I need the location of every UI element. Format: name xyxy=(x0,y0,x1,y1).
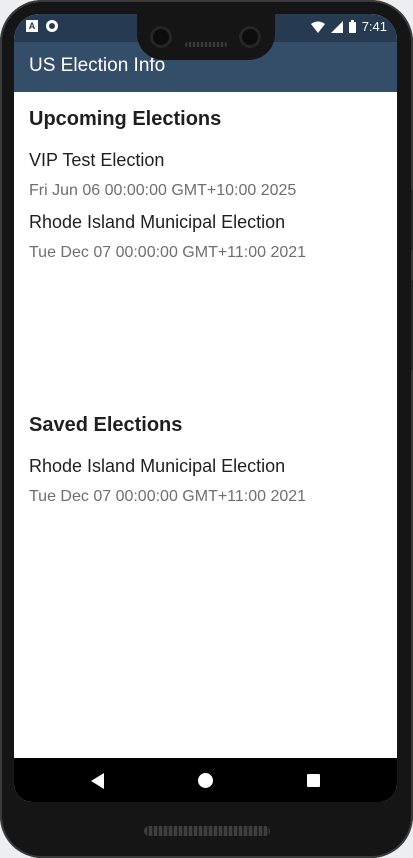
front-camera-icon xyxy=(239,26,261,48)
election-name[interactable]: Rhode Island Municipal Election xyxy=(29,456,285,477)
election-date: Tue Dec 07 00:00:00 GMT+11:00 2021 xyxy=(29,488,307,505)
recents-icon[interactable] xyxy=(283,758,343,802)
status-left-icons: A xyxy=(26,20,58,32)
earpiece-speaker xyxy=(185,42,227,47)
phone-frame: A 7:41 US Election Info Upcoming Electio… xyxy=(0,0,413,858)
camera-notch xyxy=(137,14,275,60)
front-camera-icon xyxy=(150,26,172,48)
navigation-bar xyxy=(14,758,397,802)
back-icon[interactable] xyxy=(67,758,127,802)
status-right-icons: 7:41 xyxy=(310,19,387,34)
home-icon[interactable] xyxy=(175,758,235,802)
status-time: 7:41 xyxy=(361,19,387,34)
screen: A 7:41 US Election Info Upcoming Electio… xyxy=(14,14,397,802)
election-date: Tue Dec 07 00:00:00 GMT+11:00 2021 xyxy=(29,244,307,261)
a-icon: A xyxy=(26,20,38,32)
signal-icon xyxy=(330,20,343,33)
upcoming-elections-header: Upcoming Elections xyxy=(29,108,222,130)
battery-icon xyxy=(348,20,356,33)
election-date: Fri Jun 06 00:00:00 GMT+10:00 2025 xyxy=(29,182,297,199)
saved-elections-header: Saved Elections xyxy=(29,414,183,436)
circle-icon xyxy=(46,20,58,32)
wifi-icon xyxy=(310,21,325,33)
app-title: US Election Info xyxy=(29,55,166,76)
election-name[interactable]: VIP Test Election xyxy=(29,150,164,171)
election-name[interactable]: Rhode Island Municipal Election xyxy=(29,212,285,233)
bottom-speaker xyxy=(144,826,270,836)
